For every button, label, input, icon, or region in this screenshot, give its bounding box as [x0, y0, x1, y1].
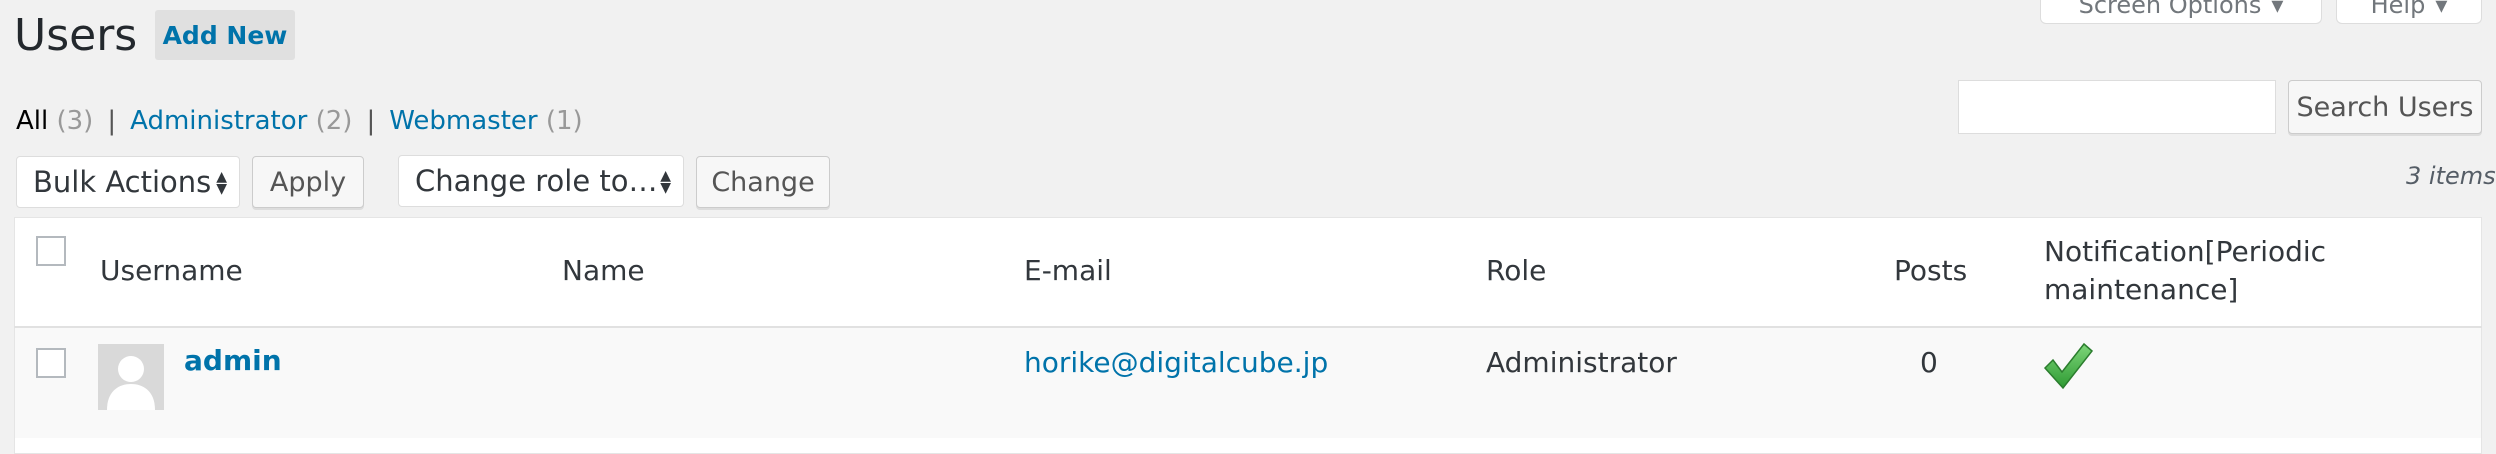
page-title: Users [14, 10, 138, 61]
column-header-username[interactable]: Username [100, 252, 243, 290]
column-header-posts[interactable]: Posts [1894, 252, 1967, 290]
filter-administrator[interactable]: Administrator [130, 106, 307, 136]
select-arrows-icon: ▲ ▼ [216, 169, 227, 197]
role-cell: Administrator [1486, 346, 1677, 379]
filter-webmaster[interactable]: Webmaster [389, 106, 537, 136]
email-link[interactable]: horike@digitalcube.jp [1024, 346, 1328, 379]
help-label: Help [2370, 0, 2426, 19]
column-header-email[interactable]: E-mail [1024, 252, 1112, 290]
bulk-actions-select[interactable]: Bulk Actions ▲ ▼ [16, 156, 240, 208]
column-header-notification: Notification[Periodic maintenance] [2044, 235, 2327, 306]
filter-administrator-count: (2) [315, 106, 353, 136]
filter-all-count: (3) [56, 106, 94, 136]
user-role-filters: All (3) | Administrator (2) | Webmaster (1) [16, 104, 583, 138]
checkmark-icon [2042, 340, 2094, 396]
apply-button[interactable]: Apply [252, 156, 364, 208]
change-role-value: Change role to… [415, 164, 658, 198]
filter-separator: | [107, 106, 117, 136]
search-users-button[interactable]: Search Users [2288, 80, 2482, 134]
column-header-role: Role [1486, 254, 1547, 287]
row-checkbox[interactable] [36, 348, 66, 378]
username-link[interactable]: admin [184, 344, 282, 377]
filter-separator: | [366, 106, 376, 136]
chevron-down-icon: ▾ [2271, 0, 2284, 19]
change-role-select[interactable]: Change role to… ▲ ▼ [398, 155, 684, 207]
filter-webmaster-count: (1) [545, 106, 583, 136]
select-all-checkbox[interactable] [36, 236, 66, 266]
chevron-down-icon: ▾ [2435, 0, 2448, 19]
filter-all[interactable]: All [16, 106, 48, 136]
screen-options-label: Screen Options [2078, 0, 2262, 19]
select-arrows-icon: ▲ ▼ [660, 168, 671, 196]
help-tab[interactable]: Help ▾ [2336, 0, 2482, 24]
bulk-actions-value: Bulk Actions [33, 165, 212, 199]
table-row [15, 328, 2481, 438]
posts-count[interactable]: 0 [1920, 346, 1938, 379]
items-count: 3 items [2406, 162, 2496, 190]
column-header-name[interactable]: Name [562, 252, 645, 290]
avatar [98, 344, 164, 410]
screen-options-tab[interactable]: Screen Options ▾ [2040, 0, 2322, 24]
add-new-button[interactable]: Add New [155, 10, 295, 60]
search-input[interactable] [1958, 80, 2276, 134]
change-button[interactable]: Change [696, 156, 830, 208]
